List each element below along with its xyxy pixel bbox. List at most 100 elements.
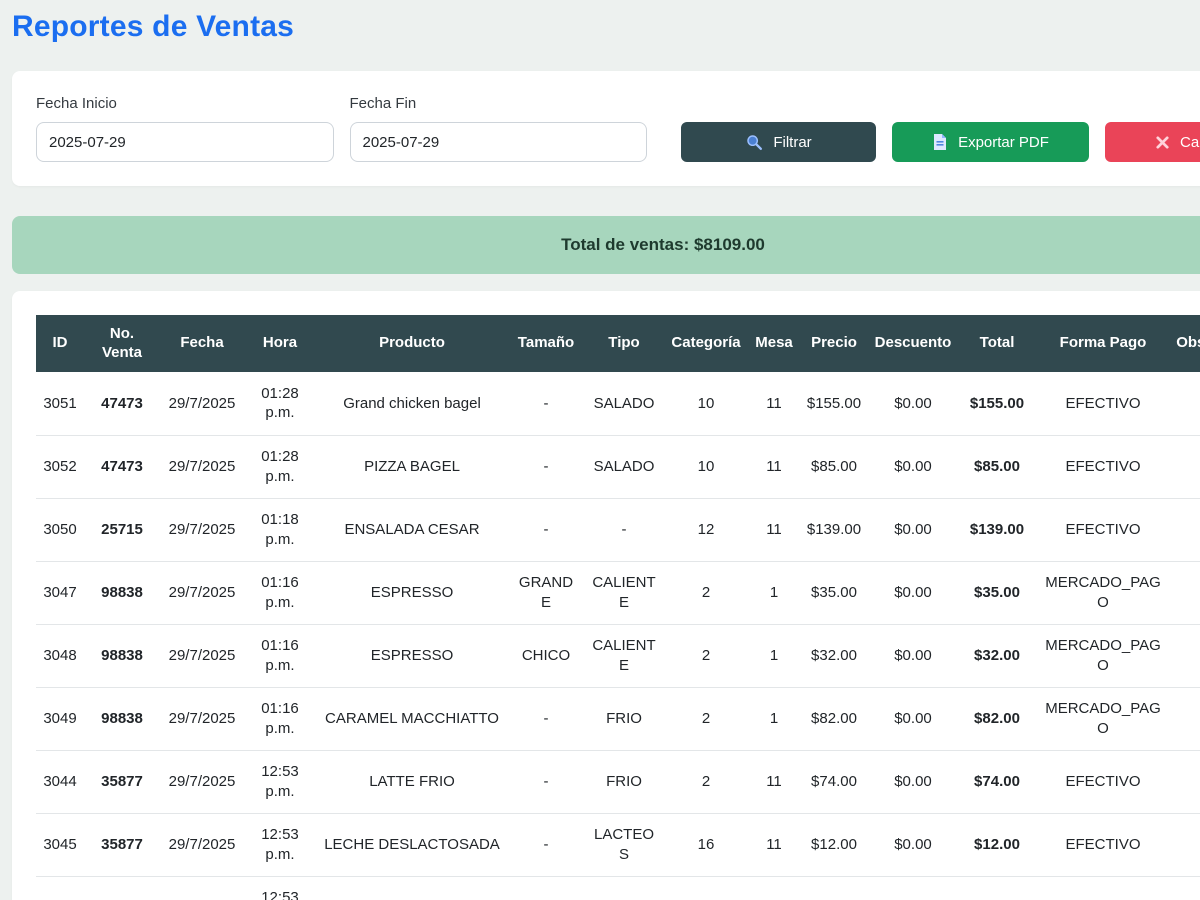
- table-cell: CALIENTE: [584, 561, 664, 624]
- table-cell: 11: [748, 498, 800, 561]
- table-cell: 1: [748, 624, 800, 687]
- table-cell: -: [508, 372, 584, 435]
- table-cell: [160, 876, 244, 900]
- table-cell: $35.00: [800, 561, 868, 624]
- table-cell: $82.00: [800, 687, 868, 750]
- cancelar-button[interactable]: Cancelar: [1105, 122, 1200, 162]
- table-cell: 47473: [84, 372, 160, 435]
- table-row: 30514747329/7/202501:28 p.m.Grand chicke…: [36, 372, 1200, 435]
- fecha-fin-label: Fecha Fin: [350, 95, 648, 112]
- table-cell: 25715: [84, 498, 160, 561]
- table-cell: LACTEOS: [584, 813, 664, 876]
- table-cell: $35.00: [958, 561, 1036, 624]
- table-cell: -: [508, 813, 584, 876]
- table-cell: $155.00: [800, 372, 868, 435]
- table-cell: [1170, 561, 1200, 624]
- table-cell: $0.00: [868, 687, 958, 750]
- column-header: Fecha: [160, 315, 244, 372]
- table-cell: ENSALADA CESAR: [316, 498, 508, 561]
- column-header: No. Venta: [84, 315, 160, 372]
- table-cell: FRIO: [584, 750, 664, 813]
- table-cell: [1170, 813, 1200, 876]
- table-cell: SALADO: [584, 372, 664, 435]
- table-cell: [584, 876, 664, 900]
- table-cell: SALADO: [584, 435, 664, 498]
- table-cell: 98838: [84, 624, 160, 687]
- fecha-fin-input[interactable]: [350, 122, 648, 162]
- table-row: 30524747329/7/202501:28 p.m.PIZZA BAGEL-…: [36, 435, 1200, 498]
- table-cell: 01:28 p.m.: [244, 372, 316, 435]
- table-cell: EFECTIVO: [1036, 498, 1170, 561]
- table-cell: [1170, 687, 1200, 750]
- table-cell: MERCADO_PAGO: [1036, 561, 1170, 624]
- fecha-inicio-input[interactable]: [36, 122, 334, 162]
- table-cell: $32.00: [800, 624, 868, 687]
- filtrar-button[interactable]: Filtrar: [681, 122, 876, 162]
- table-cell: 10: [664, 435, 748, 498]
- table-row: 30479883829/7/202501:16 p.m.ESPRESSOGRAN…: [36, 561, 1200, 624]
- table-row: 30443587729/7/202512:53 p.m.LATTE FRIO-F…: [36, 750, 1200, 813]
- table-cell: [1170, 624, 1200, 687]
- column-header: Tipo: [584, 315, 664, 372]
- table-cell: EFECTIVO: [1036, 813, 1170, 876]
- table-cell: 3047: [36, 561, 84, 624]
- table-cell: -: [508, 687, 584, 750]
- column-header: Categoría: [664, 315, 748, 372]
- column-header: Descuento: [868, 315, 958, 372]
- column-header: Hora: [244, 315, 316, 372]
- table-cell: $0.00: [868, 750, 958, 813]
- table-cell: [1170, 372, 1200, 435]
- table-row: 30502571529/7/202501:18 p.m.ENSALADA CES…: [36, 498, 1200, 561]
- table-cell: 35877: [84, 813, 160, 876]
- page-title: Reportes de Ventas: [12, 10, 1200, 44]
- table-cell: $155.00: [958, 372, 1036, 435]
- table-cell: [958, 876, 1036, 900]
- table-cell: MERCADO_PAGO: [1036, 624, 1170, 687]
- table-cell: 2: [664, 750, 748, 813]
- table-cell: CARAMEL MACCHIATTO: [316, 687, 508, 750]
- table-cell: $139.00: [800, 498, 868, 561]
- table-cell: [1170, 498, 1200, 561]
- exportar-pdf-button-label: Exportar PDF: [958, 134, 1049, 151]
- table-cell: EFECTIVO: [1036, 372, 1170, 435]
- table-cell: 29/7/2025: [160, 813, 244, 876]
- sales-table: IDNo. VentaFechaHoraProductoTamañoTipoCa…: [36, 315, 1200, 900]
- column-header: Mesa: [748, 315, 800, 372]
- table-cell: $0.00: [868, 624, 958, 687]
- fecha-fin-field: Fecha Fin: [350, 95, 648, 162]
- table-cell: 29/7/2025: [160, 687, 244, 750]
- table-cell: 29/7/2025: [160, 498, 244, 561]
- search-icon: [745, 133, 763, 151]
- x-icon: [1155, 135, 1170, 150]
- table-cell: $139.00: [958, 498, 1036, 561]
- table-cell: 29/7/2025: [160, 750, 244, 813]
- fecha-inicio-field: Fecha Inicio: [36, 95, 334, 162]
- table-cell: -: [508, 435, 584, 498]
- table-cell: 3051: [36, 372, 84, 435]
- column-header: Total: [958, 315, 1036, 372]
- table-cell: [316, 876, 508, 900]
- table-cell: $85.00: [800, 435, 868, 498]
- table-cell: 16: [664, 813, 748, 876]
- table-cell: [1036, 876, 1170, 900]
- table-cell: 3044: [36, 750, 84, 813]
- table-cell: 3048: [36, 624, 84, 687]
- table-cell: [508, 876, 584, 900]
- exportar-pdf-button[interactable]: Exportar PDF: [892, 122, 1089, 162]
- table-cell: $0.00: [868, 813, 958, 876]
- table-cell: $0.00: [868, 372, 958, 435]
- table-cell: PIZZA BAGEL: [316, 435, 508, 498]
- table-cell: 01:16 p.m.: [244, 687, 316, 750]
- table-cell: [748, 876, 800, 900]
- table-cell: [36, 876, 84, 900]
- table-cell: LECHE DESLACTOSADA: [316, 813, 508, 876]
- table-cell: 01:16 p.m.: [244, 624, 316, 687]
- table-cell: Grand chicken bagel: [316, 372, 508, 435]
- column-header: Observaciones: [1170, 315, 1200, 372]
- table-cell: 01:28 p.m.: [244, 435, 316, 498]
- table-cell: CHICO: [508, 624, 584, 687]
- table-cell: $0.00: [868, 435, 958, 498]
- table-cell: $12.00: [800, 813, 868, 876]
- table-cell: $82.00: [958, 687, 1036, 750]
- table-cell: 11: [748, 813, 800, 876]
